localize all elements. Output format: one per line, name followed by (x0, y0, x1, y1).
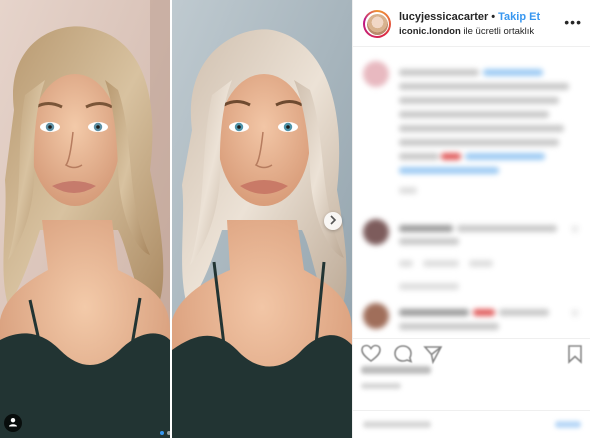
comment-avatar (363, 219, 389, 245)
partner-link[interactable]: iconic.london (399, 26, 461, 37)
comment-heart-icon[interactable]: ♡ (571, 309, 579, 320)
caption-hashtag (399, 167, 499, 174)
caption-text (399, 97, 559, 104)
comment-meta (399, 260, 413, 267)
post-photo-before (0, 0, 170, 438)
caption-text (399, 111, 549, 118)
comment-text (499, 309, 549, 316)
post-header: lucyjessicacarter • Takip Et iconic.london… (353, 0, 590, 47)
view-replies[interactable] (399, 283, 459, 290)
carousel-next-button[interactable] (324, 212, 342, 230)
comment-input[interactable] (363, 421, 431, 428)
comment-icon[interactable] (393, 344, 413, 364)
caption-text (399, 69, 479, 76)
more-options-icon[interactable]: ••• (564, 14, 582, 30)
carousel-indicator (160, 431, 171, 435)
comment-meta (423, 260, 459, 267)
caption-hashtag (465, 153, 545, 160)
carousel-dot (167, 431, 171, 435)
tagged-users-button[interactable] (4, 414, 22, 432)
comment-text (399, 323, 499, 330)
caption-time (399, 187, 417, 194)
bookmark-icon[interactable] (565, 344, 585, 364)
separator: • (491, 11, 496, 23)
user-tag-icon (8, 414, 18, 432)
carousel-dot (160, 431, 164, 435)
comments-section: ♡ ♡ (353, 47, 590, 332)
paid-partnership-line: iconic.london ile ücretli ortaklık (399, 26, 534, 37)
paid-partnership-label: ile ücretli ortaklık (463, 26, 535, 37)
post-media-carousel[interactable] (0, 0, 352, 438)
comment-username (399, 309, 469, 316)
post-comment-button[interactable] (555, 421, 581, 428)
caption-mention (483, 69, 543, 76)
comment-emoji (473, 309, 495, 316)
post-actions (353, 338, 590, 366)
follow-button[interactable]: Takip Et (498, 11, 540, 23)
comment-text (457, 225, 557, 232)
caption-text (399, 139, 559, 146)
caption-text (399, 83, 569, 90)
likes-count[interactable] (361, 366, 431, 374)
avatar[interactable] (363, 10, 391, 38)
caption-text (399, 125, 564, 132)
chevron-right-icon (329, 212, 337, 230)
comment-text (399, 238, 459, 245)
comment-heart-icon[interactable]: ♡ (571, 225, 579, 236)
post-side-panel: lucyjessicacarter • Takip Et iconic.london… (352, 0, 590, 438)
add-comment-box (353, 410, 590, 438)
heart-icon[interactable] (361, 344, 381, 364)
caption-text (399, 153, 439, 160)
comment-meta (469, 260, 493, 267)
username-link[interactable]: lucyjessicacarter (399, 11, 488, 23)
comment-avatar (363, 303, 389, 329)
share-icon[interactable] (423, 344, 443, 365)
post-date (361, 383, 401, 389)
username-line: lucyjessicacarter • Takip Et (399, 11, 540, 23)
comment-username (399, 225, 453, 232)
caption-emoji (441, 153, 461, 160)
caption-avatar (363, 61, 389, 87)
